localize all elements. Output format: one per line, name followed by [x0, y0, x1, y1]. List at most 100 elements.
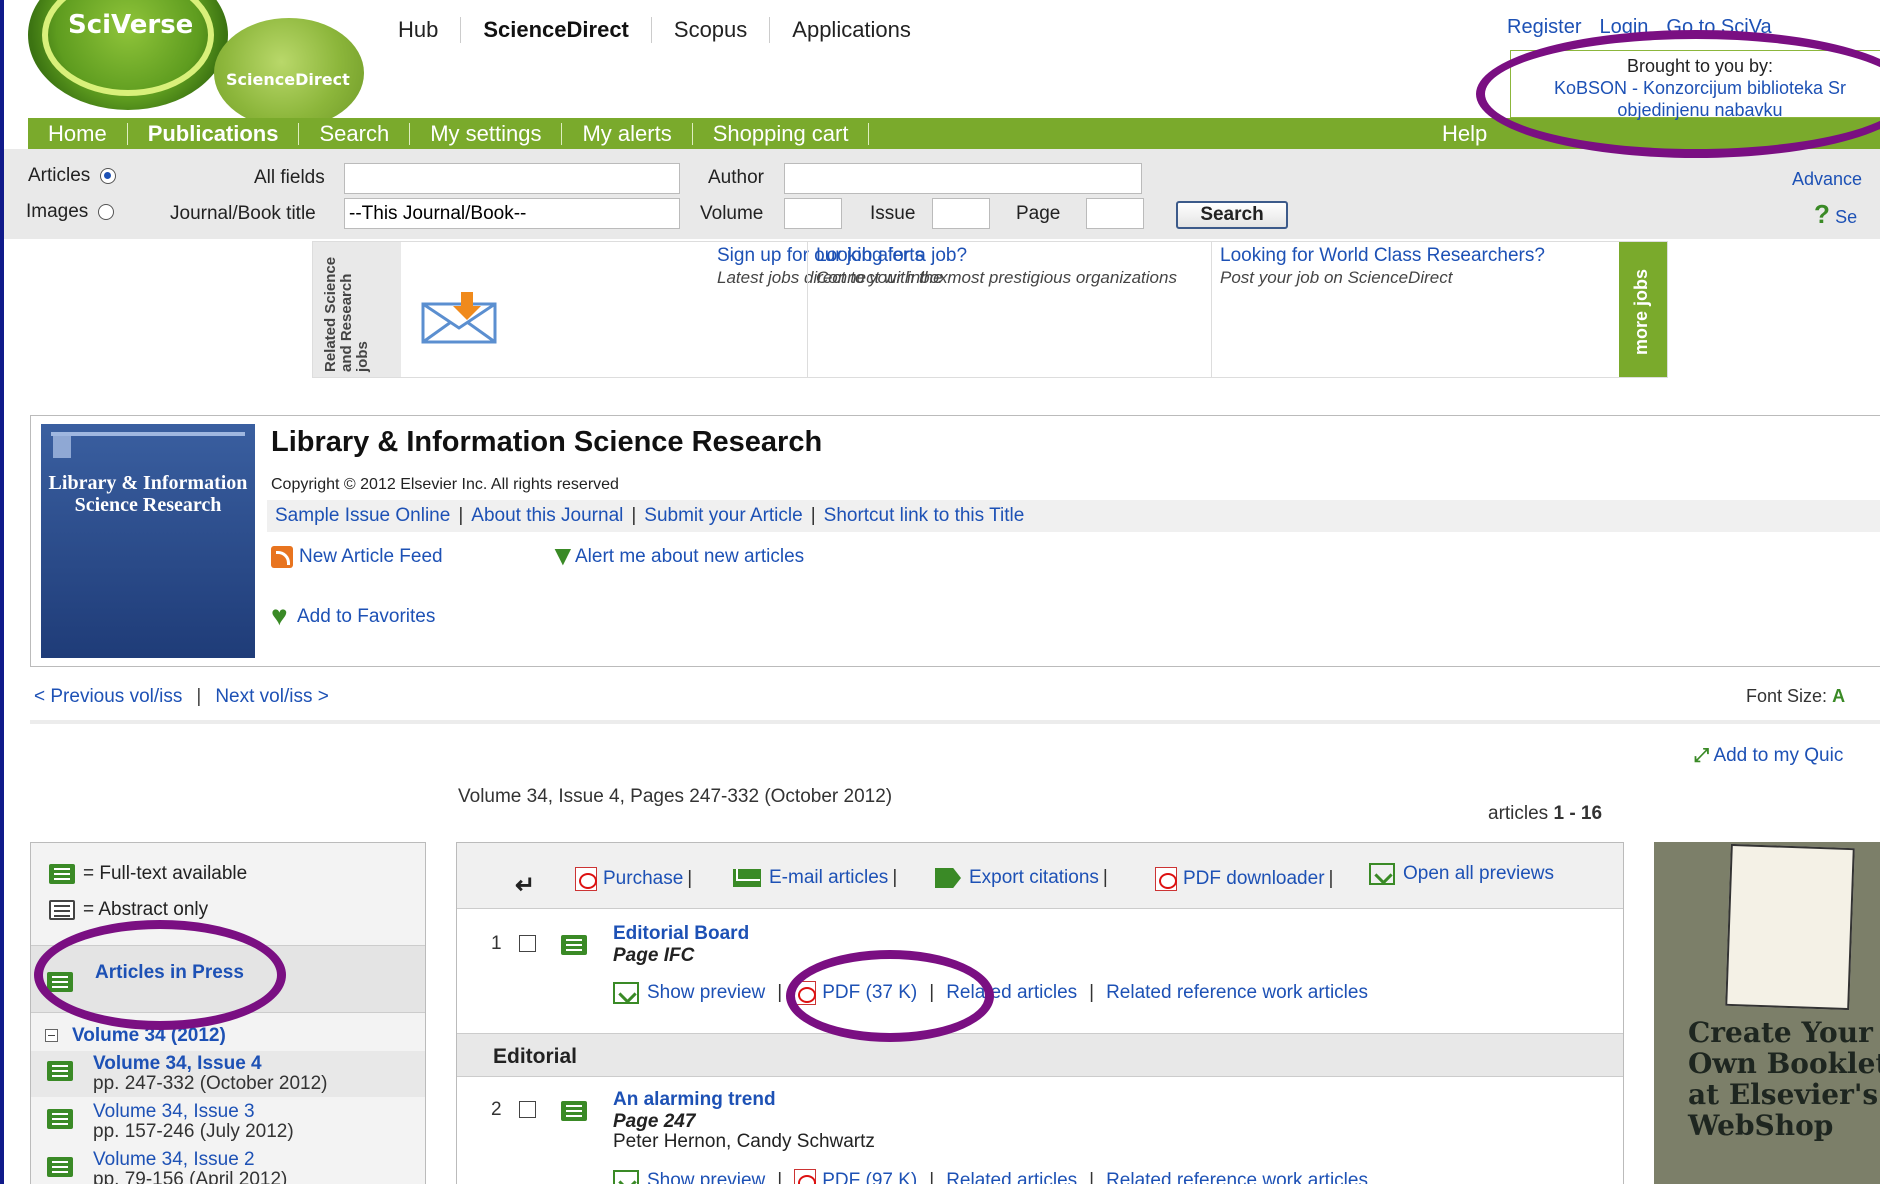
journal-copyright: Copyright © 2012 Elsevier Inc. All right… [271, 476, 619, 493]
articles-radio-group[interactable]: Articles [28, 165, 117, 187]
volume-year-label[interactable]: Volume 34 (2012) [72, 1025, 226, 1046]
pdf-downloader-action[interactable]: PDF downloader | [1155, 867, 1333, 891]
font-size-control[interactable]: Font Size: A [1746, 686, 1845, 707]
preview-icon [613, 1170, 639, 1184]
email-articles-label[interactable]: E-mail articles [769, 867, 888, 888]
article-checkbox[interactable] [519, 1101, 536, 1118]
search-tips[interactable]: ? Se [1814, 199, 1857, 230]
find-researchers-link[interactable]: Looking for World Class Researchers? [1220, 245, 1607, 267]
journal-title-input[interactable] [344, 198, 680, 229]
institution-line1[interactable]: KoBSON - Konzorcijum biblioteka Sr [1511, 77, 1880, 99]
issue-title[interactable]: Volume 34, Issue 2 [93, 1149, 255, 1171]
nav-help[interactable]: Help [1442, 121, 1487, 147]
page-input[interactable] [1086, 198, 1144, 229]
previous-volume-link[interactable]: < Previous vol/iss [34, 686, 182, 707]
volume-info: Volume 34, Issue 4, Pages 247-332 (Octob… [458, 786, 893, 807]
related-articles-link[interactable]: Related articles [946, 1170, 1077, 1184]
article-feed-link[interactable]: New Article Feed [299, 546, 443, 567]
collapse-icon[interactable] [45, 1029, 58, 1043]
submit-article-link[interactable]: Submit your Article [644, 505, 802, 527]
nav-publications[interactable]: Publications [128, 122, 300, 145]
topnav-applications[interactable]: Applications [770, 17, 933, 43]
show-preview-link[interactable]: Show preview [647, 982, 765, 1004]
images-radio[interactable] [98, 203, 115, 220]
topnav-scopus[interactable]: Scopus [652, 17, 771, 43]
abstract-icon [49, 899, 75, 920]
volume-input[interactable] [784, 198, 842, 229]
show-preview-link[interactable]: Show preview [647, 1170, 765, 1184]
article-number: 1 [491, 933, 502, 954]
next-volume-link[interactable]: Next vol/iss > [215, 686, 329, 707]
purchase-label[interactable]: Purchase [603, 868, 683, 889]
article-number: 2 [491, 1099, 502, 1120]
page: SciVerse ScienceDirect Hub ScienceDirect… [4, 0, 1880, 1184]
images-radio-group[interactable]: Images [26, 201, 115, 223]
author-label: Author [708, 167, 764, 188]
issue-label: Issue [870, 203, 916, 224]
export-citations-label[interactable]: Export citations [969, 867, 1099, 888]
webshop-ad[interactable]: Create Your Own Booklet at Elsevier's We… [1654, 842, 1880, 1184]
articles-in-press-link[interactable]: Articles in Press [95, 962, 244, 984]
search-button[interactable]: Search [1176, 201, 1288, 229]
nav-my-alerts[interactable]: My alerts [562, 122, 693, 145]
login-link[interactable]: Login [1599, 16, 1648, 39]
pdf-link[interactable]: PDF (97 K) [822, 1170, 917, 1184]
articles-radio[interactable] [100, 167, 117, 184]
nav-search[interactable]: Search [299, 122, 411, 145]
font-size-icon[interactable]: A [1832, 686, 1845, 706]
back-arrow-icon[interactable]: ↵ [515, 871, 535, 900]
articles-in-press-item[interactable]: Articles in Press [31, 945, 425, 1013]
article-feed[interactable]: New Article Feed [271, 546, 443, 568]
issue-item[interactable]: Volume 34, Issue 4 pp. 247-332 (October … [31, 1051, 425, 1097]
email-articles-action[interactable]: E-mail articles | [733, 867, 897, 889]
institution-line2[interactable]: objedinjenu nabavku [1511, 99, 1880, 121]
article-title[interactable]: An alarming trend [613, 1089, 776, 1110]
goto-sciverse-link[interactable]: Go to SciVa [1666, 16, 1771, 39]
issue-title[interactable]: Volume 34, Issue 4 [93, 1053, 262, 1075]
add-quicklinks[interactable]: ⤢ Add to my Quic [1694, 745, 1843, 767]
add-favorites-link[interactable]: Add to Favorites [297, 606, 435, 627]
more-jobs-button[interactable]: more jobs [1619, 242, 1667, 377]
related-articles-link[interactable]: Related articles [946, 982, 1077, 1004]
advanced-search-link[interactable]: Advance [1792, 169, 1862, 190]
nav-my-settings[interactable]: My settings [410, 122, 563, 145]
all-fields-input[interactable] [344, 163, 680, 194]
register-link[interactable]: Register [1507, 16, 1581, 39]
issue-input[interactable] [932, 198, 990, 229]
issue-title[interactable]: Volume 34, Issue 3 [93, 1101, 255, 1123]
article-title-link[interactable]: Editorial Board Page IFC [613, 923, 749, 967]
topnav-hub[interactable]: Hub [398, 17, 462, 43]
export-citations-action[interactable]: Export citations | [935, 867, 1108, 889]
add-quicklinks-label[interactable]: Add to my Quic [1713, 745, 1843, 766]
shortcut-link[interactable]: Shortcut link to this Title [824, 505, 1025, 527]
related-reference-link[interactable]: Related reference work articles [1106, 1170, 1368, 1184]
pdf-downloader-label[interactable]: PDF downloader [1183, 868, 1325, 889]
find-job-link[interactable]: Looking for a job? [816, 245, 1203, 267]
related-reference-link[interactable]: Related reference work articles [1106, 982, 1368, 1004]
journal-cover-image[interactable]: Library & Information Science Research [41, 424, 255, 658]
search-tips-link[interactable]: Se [1835, 207, 1857, 227]
add-favorites[interactable]: ♥ Add to Favorites [271, 602, 435, 630]
open-all-previews-label[interactable]: Open all previews [1403, 863, 1554, 884]
open-all-previews-action[interactable]: Open all previews [1369, 863, 1554, 885]
topnav-sciencedirect[interactable]: ScienceDirect [461, 17, 652, 43]
sample-issue-link[interactable]: Sample Issue Online [275, 505, 450, 527]
article-title-link[interactable]: An alarming trend Page 247 [613, 1089, 776, 1133]
nav-home[interactable]: Home [28, 122, 128, 145]
purchase-action[interactable]: Purchase | [575, 867, 692, 891]
nav-shopping-cart[interactable]: Shopping cart [693, 122, 870, 145]
about-journal-link[interactable]: About this Journal [471, 505, 623, 527]
pdf-link[interactable]: PDF (37 K) [822, 982, 917, 1004]
alert-new-articles-link[interactable]: Alert me about new articles [575, 546, 804, 567]
issue-item[interactable]: Volume 34, Issue 2 pp. 79-156 (April 201… [31, 1147, 425, 1184]
sciverse-logo[interactable]: SciVerse [28, 0, 228, 110]
alert-new-articles[interactable]: ▼Alert me about new articles [549, 542, 804, 570]
sciencedirect-logo[interactable]: ScienceDirect [214, 18, 364, 128]
issue-pages: pp. 157-246 (July 2012) [93, 1121, 294, 1142]
author-input[interactable] [784, 163, 1142, 194]
article-title[interactable]: Editorial Board [613, 923, 749, 944]
article-checkbox[interactable] [519, 935, 536, 952]
volume-year-toggle[interactable]: Volume 34 (2012) [45, 1025, 226, 1047]
issue-item[interactable]: Volume 34, Issue 3 pp. 157-246 (July 201… [31, 1099, 425, 1145]
volume-navigation: < Previous vol/iss | Next vol/iss > [34, 686, 329, 707]
